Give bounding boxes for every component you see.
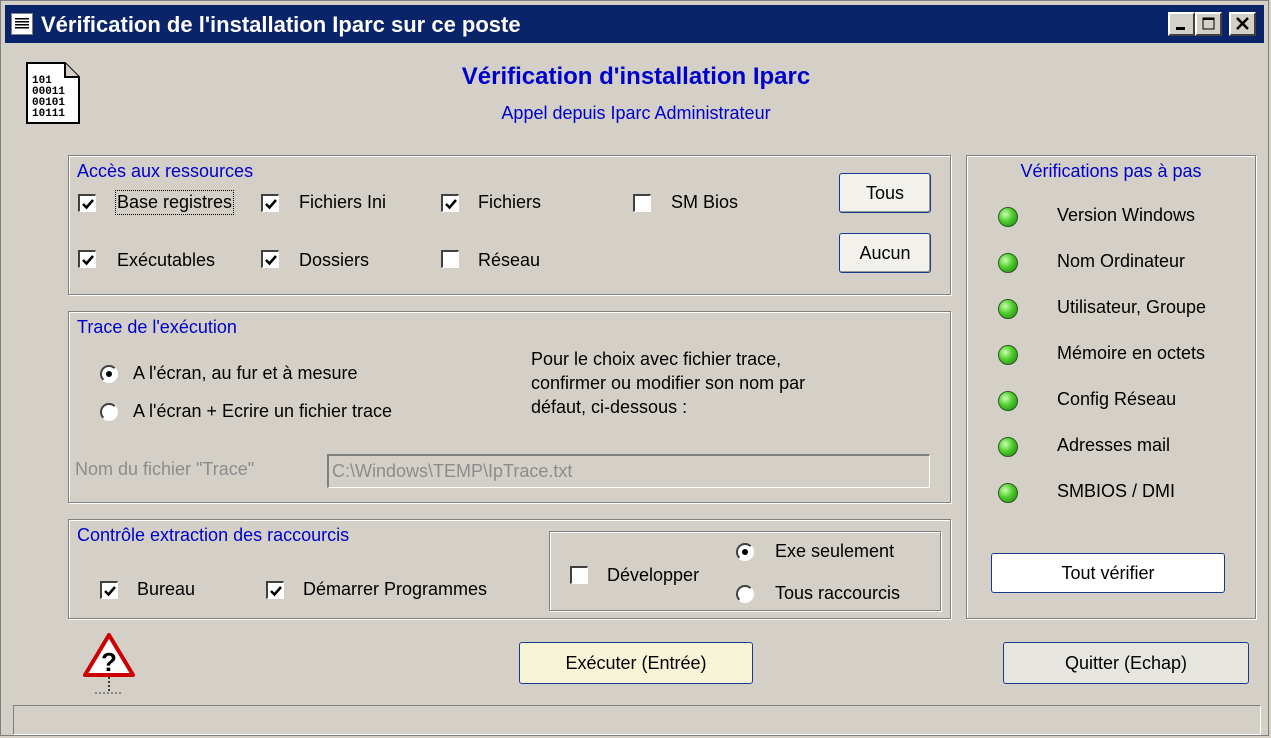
trace-info-line: défaut, ci-dessous : xyxy=(531,397,688,417)
shortcuts-group-title: Contrôle extraction des raccourcis xyxy=(77,525,350,545)
tout-verifier-button[interactable]: Tout vérifier xyxy=(991,553,1225,593)
maximize-button[interactable] xyxy=(1195,12,1222,36)
title-bar[interactable]: Vérification de l'installation Iparc sur… xyxy=(5,5,1264,43)
checkbox-executables[interactable] xyxy=(78,250,96,268)
executer-button[interactable]: Exécuter (Entrée) xyxy=(519,642,753,684)
label-screen-and-file[interactable]: A l'écran + Ecrire un fichier trace xyxy=(133,401,392,422)
label-fichiers-ini[interactable]: Fichiers Ini xyxy=(299,192,386,213)
checkmark-icon xyxy=(270,586,282,597)
checkbox-demarrer-programmes[interactable] xyxy=(266,581,284,599)
maximize-icon xyxy=(1202,17,1215,30)
svg-text:10111: 10111 xyxy=(32,108,65,120)
radio-tous-raccourcis[interactable] xyxy=(736,585,754,603)
radio-exe-seulement[interactable] xyxy=(736,543,754,561)
page-title: Vérification d'installation Iparc xyxy=(461,63,811,90)
trace-info-line: Pour le choix avec fichier trace, xyxy=(531,349,782,369)
status-bar xyxy=(13,705,1261,735)
checkmark-icon xyxy=(265,199,277,210)
checkbox-base-registres[interactable] xyxy=(78,194,96,212)
checkbox-developper[interactable] xyxy=(570,566,588,584)
trace-group-title: Trace de l'exécution xyxy=(77,317,237,337)
step-memoire-octets[interactable]: Mémoire en octets xyxy=(1057,343,1205,364)
status-led-icon xyxy=(998,253,1018,273)
label-screen-only[interactable]: A l'écran, au fur et à mesure xyxy=(133,363,358,384)
minimize-button[interactable] xyxy=(1168,12,1195,36)
main-window: Vérification de l'installation Iparc sur… xyxy=(0,0,1269,736)
status-led-icon xyxy=(998,391,1018,411)
checkmark-icon xyxy=(265,255,277,266)
trace-file-label: Nom du fichier "Trace" xyxy=(75,459,255,479)
label-sm-bios[interactable]: SM Bios xyxy=(671,192,738,213)
quitter-button[interactable]: Quitter (Echap) xyxy=(1003,642,1249,684)
label-dossiers[interactable]: Dossiers xyxy=(299,250,369,271)
window-title: Vérification de l'installation Iparc sur… xyxy=(41,12,521,37)
resources-group-title: Accès aux ressources xyxy=(77,161,254,181)
status-led-icon xyxy=(998,483,1018,503)
step-config-reseau[interactable]: Config Réseau xyxy=(1057,389,1176,410)
step-smbios-dmi[interactable]: SMBIOS / DMI xyxy=(1057,481,1175,502)
step-version-windows[interactable]: Version Windows xyxy=(1057,205,1195,226)
label-developper[interactable]: Développer xyxy=(607,565,699,586)
label-reseau[interactable]: Réseau xyxy=(478,250,540,271)
label-base-registres[interactable]: Base registres xyxy=(114,190,235,215)
trace-info-text: Pour le choix avec fichier trace, confir… xyxy=(531,347,891,419)
checkmark-icon xyxy=(82,255,94,266)
close-icon xyxy=(1236,17,1249,30)
step-adresses-mail[interactable]: Adresses mail xyxy=(1057,435,1170,456)
trace-info-line: confirmer ou modifier son nom par xyxy=(531,373,806,393)
step-nom-ordinateur[interactable]: Nom Ordinateur xyxy=(1057,251,1185,272)
checkbox-sm-bios[interactable] xyxy=(633,194,651,212)
label-tous-raccourcis[interactable]: Tous raccourcis xyxy=(775,583,900,604)
steps-group-title: Vérifications pas à pas xyxy=(1020,161,1202,181)
status-led-icon xyxy=(998,299,1018,319)
tous-button[interactable]: Tous xyxy=(839,173,931,213)
checkbox-bureau[interactable] xyxy=(100,581,118,599)
window-app-icon[interactable] xyxy=(11,13,33,35)
checkbox-fichiers[interactable] xyxy=(441,194,459,212)
status-led-icon xyxy=(998,207,1018,227)
label-fichiers[interactable]: Fichiers xyxy=(478,192,541,213)
status-led-icon xyxy=(998,437,1018,457)
svg-text:?: ? xyxy=(101,647,117,677)
radio-screen-only[interactable] xyxy=(100,365,118,383)
label-bureau[interactable]: Bureau xyxy=(137,579,195,600)
step-utilisateur-groupe[interactable]: Utilisateur, Groupe xyxy=(1057,297,1206,318)
checkmark-icon xyxy=(104,586,116,597)
radio-screen-and-file[interactable] xyxy=(100,403,118,421)
label-demarrer-programmes[interactable]: Démarrer Programmes xyxy=(303,579,487,600)
checkbox-dossiers[interactable] xyxy=(261,250,279,268)
warning-question-icon[interactable]: ? xyxy=(81,631,137,697)
checkmark-icon xyxy=(82,199,94,210)
checkbox-fichiers-ini[interactable] xyxy=(261,194,279,212)
status-led-icon xyxy=(998,345,1018,365)
close-button[interactable] xyxy=(1229,12,1256,36)
checkmark-icon xyxy=(445,199,457,210)
page-subtitle: Appel depuis Iparc Administrateur xyxy=(501,103,771,123)
binary-file-icon: 101 00011 00101 10111 xyxy=(26,62,80,124)
checkbox-reseau[interactable] xyxy=(441,250,459,268)
trace-file-input[interactable]: C:\Windows\TEMP\IpTrace.txt xyxy=(327,454,930,488)
label-executables[interactable]: Exécutables xyxy=(117,250,215,271)
label-exe-seulement[interactable]: Exe seulement xyxy=(775,541,894,562)
aucun-button[interactable]: Aucun xyxy=(839,233,931,273)
minimize-icon xyxy=(1176,27,1185,30)
